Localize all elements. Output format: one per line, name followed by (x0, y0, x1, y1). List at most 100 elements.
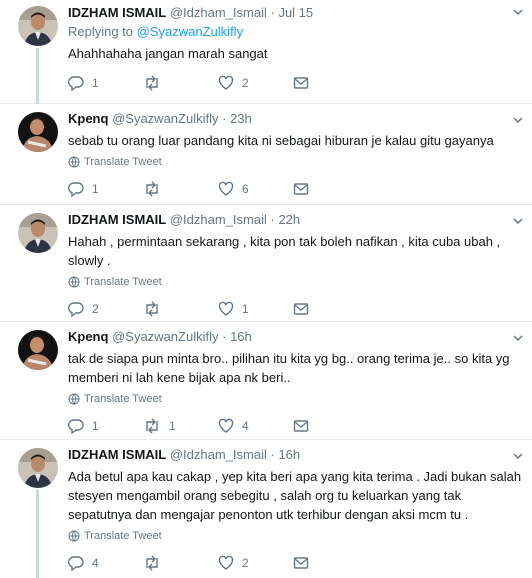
heart-icon (218, 181, 234, 196)
chevron-down-icon[interactable] (512, 450, 524, 462)
author-name[interactable]: Kpenq (68, 111, 108, 126)
dm-button[interactable] (293, 301, 368, 317)
tweet-header: IDZHAM ISMAIL @Idzham_Ismail · 16h (68, 446, 524, 464)
avatar[interactable] (18, 213, 58, 253)
author-name[interactable]: IDZHAM ISMAIL (68, 5, 166, 20)
like-count: 6 (242, 182, 249, 196)
retweet-button[interactable] (143, 301, 218, 317)
avatar[interactable] (18, 112, 58, 152)
reply-icon (68, 556, 84, 571)
translate-tweet-link[interactable]: Translate Tweet (68, 276, 524, 288)
like-button[interactable]: 1 (218, 301, 293, 317)
retweet-icon (146, 301, 158, 317)
translate-label: Translate Tweet (84, 156, 162, 168)
author-name[interactable]: Kpenq (68, 329, 108, 344)
dm-button[interactable] (293, 75, 368, 91)
tweet-text: sebab tu orang luar pandang kita ni seba… (68, 133, 494, 148)
author-handle[interactable]: @SyazwanZulkifly (112, 111, 218, 126)
translate-label: Translate Tweet (84, 530, 162, 542)
globe-icon (68, 393, 80, 405)
heart-icon (218, 555, 234, 570)
tweet-time[interactable]: 23h (230, 111, 252, 126)
chevron-down-icon[interactable] (512, 6, 524, 18)
tweet-time[interactable]: 16h (278, 447, 300, 462)
author-handle[interactable]: @Idzham_Ismail (170, 212, 267, 227)
author-handle[interactable]: @Idzham_Ismail (170, 5, 267, 20)
separator-dot: · (222, 111, 227, 126)
heart-icon (218, 418, 234, 433)
author-handle[interactable]: @Idzham_Ismail (170, 447, 267, 462)
author-name[interactable]: IDZHAM ISMAIL (68, 212, 166, 227)
tweet[interactable]: Kpenq @SyazwanZulkifly · 16h tak de siap… (0, 322, 532, 440)
like-button[interactable]: 6 (218, 181, 293, 197)
like-button[interactable]: 2 (218, 75, 293, 91)
tweet-text: Ahahhahaha jangan marah sangat (68, 46, 268, 61)
tweet-text: tak de siapa pun minta bro.. pilihan itu… (68, 351, 510, 385)
envelope-icon (293, 420, 309, 432)
envelope-icon (293, 557, 309, 569)
reply-icon (68, 419, 84, 434)
avatar-idzham-image (18, 6, 58, 46)
reply-button[interactable]: 4 (68, 555, 143, 571)
translate-label: Translate Tweet (84, 276, 162, 288)
thread-line (36, 490, 39, 578)
heart-icon (218, 301, 234, 316)
tweet[interactable]: IDZHAM ISMAIL @Idzham_Ismail · 16h Ada b… (0, 440, 532, 578)
tweet-time[interactable]: 16h (230, 329, 252, 344)
reply-button[interactable]: 1 (68, 181, 143, 197)
tweet-thread: IDZHAM ISMAIL @Idzham_Ismail · Jul 15 Re… (0, 0, 532, 578)
reply-icon (68, 182, 84, 197)
avatar[interactable] (18, 6, 58, 46)
reply-count: 1 (92, 182, 99, 196)
retweet-icon (146, 418, 158, 434)
replying-to-link[interactable]: @SyazwanZulkifly (137, 24, 243, 39)
author-name[interactable]: IDZHAM ISMAIL (68, 447, 166, 462)
retweet-button[interactable] (143, 75, 218, 91)
translate-tweet-link[interactable]: Translate Tweet (68, 393, 524, 405)
translate-tweet-link[interactable]: Translate Tweet (68, 530, 524, 542)
tweet-actions: 4 2 (68, 555, 524, 571)
reply-button[interactable]: 1 (68, 75, 143, 91)
tweet[interactable]: IDZHAM ISMAIL @Idzham_Ismail · Jul 15 Re… (0, 0, 532, 104)
dm-button[interactable] (293, 555, 368, 571)
author-handle[interactable]: @SyazwanZulkifly (112, 329, 218, 344)
reply-icon (68, 76, 84, 91)
reply-button[interactable]: 2 (68, 301, 143, 317)
tweet-time[interactable]: 22h (278, 212, 300, 227)
tweet[interactable]: IDZHAM ISMAIL @Idzham_Ismail · 22h Hahah… (0, 205, 532, 322)
chevron-down-icon[interactable] (512, 114, 524, 126)
reply-count: 1 (92, 76, 99, 90)
envelope-icon (293, 303, 309, 315)
reply-button[interactable]: 1 (68, 418, 143, 434)
retweet-button[interactable] (143, 555, 218, 571)
tweet-time[interactable]: Jul 15 (278, 5, 313, 20)
tweet-header: Kpenq @SyazwanZulkifly · 23h (68, 110, 524, 128)
like-button[interactable]: 2 (218, 555, 293, 571)
dm-button[interactable] (293, 181, 368, 197)
retweet-button[interactable] (143, 181, 218, 197)
tweet[interactable]: Kpenq @SyazwanZulkifly · 23h sebab tu or… (0, 104, 532, 205)
separator-dot: · (222, 329, 227, 344)
separator-dot: · (270, 212, 275, 227)
translate-label: Translate Tweet (84, 393, 162, 405)
avatar-idzham-image (18, 448, 58, 488)
dm-button[interactable] (293, 418, 368, 434)
tweet-text: Ada betul apa kau cakap , yep kita beri … (68, 469, 522, 522)
envelope-icon (293, 77, 309, 89)
like-count: 4 (242, 419, 249, 433)
reply-count: 4 (92, 556, 99, 570)
chevron-down-icon[interactable] (512, 215, 524, 227)
thread-line (36, 48, 39, 104)
avatar[interactable] (18, 330, 58, 370)
chevron-down-icon[interactable] (512, 332, 524, 344)
retweet-button[interactable]: 1 (143, 418, 218, 434)
heart-icon (218, 75, 234, 90)
like-count: 2 (242, 556, 249, 570)
like-button[interactable]: 4 (218, 418, 293, 434)
globe-icon (68, 530, 80, 542)
avatar-idzham-image (18, 213, 58, 253)
separator-dot: · (270, 5, 275, 20)
like-count: 1 (242, 302, 249, 316)
translate-tweet-link[interactable]: Translate Tweet (68, 156, 524, 168)
avatar[interactable] (18, 448, 58, 488)
